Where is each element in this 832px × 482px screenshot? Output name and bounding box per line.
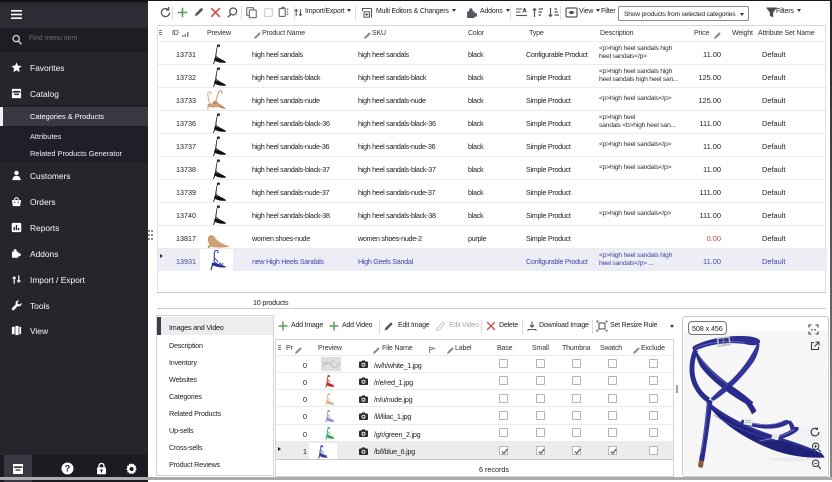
svg-text:?: ? <box>65 464 71 474</box>
